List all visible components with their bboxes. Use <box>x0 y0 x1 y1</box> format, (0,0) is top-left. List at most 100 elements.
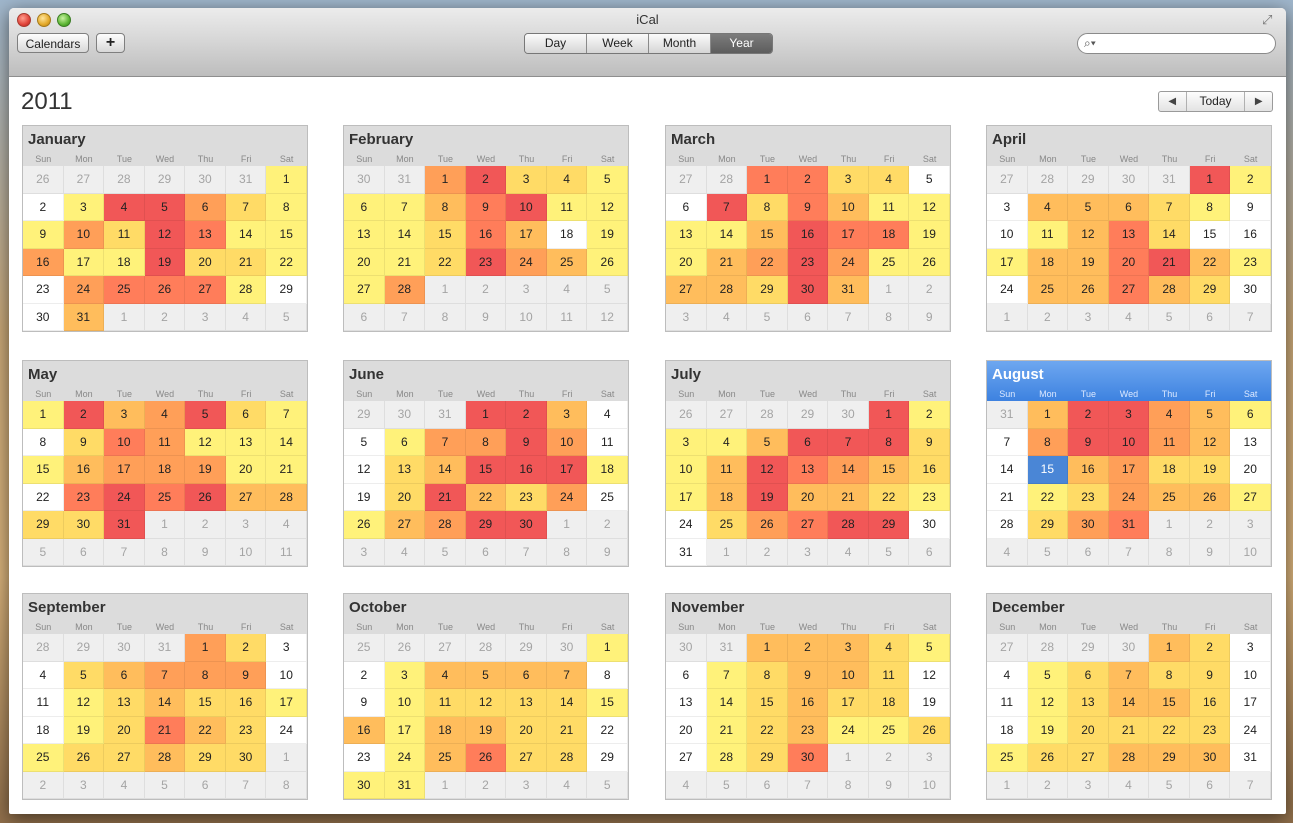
day-cell[interactable]: 2 <box>465 771 507 799</box>
day-cell[interactable]: 30 <box>666 634 707 662</box>
day-cell[interactable]: 16 <box>465 221 507 249</box>
day-cell[interactable]: 8 <box>546 538 588 566</box>
day-cell[interactable]: 23 <box>787 248 829 276</box>
day-cell[interactable]: 26 <box>1068 276 1109 304</box>
day-cell[interactable]: 9 <box>909 303 950 331</box>
day-cell[interactable]: 3 <box>909 744 950 772</box>
day-cell[interactable]: 2 <box>1189 511 1231 539</box>
day-cell[interactable]: 10 <box>225 538 267 566</box>
day-cell[interactable]: 12 <box>909 661 950 689</box>
day-cell[interactable]: 7 <box>225 771 267 799</box>
day-cell[interactable]: 1 <box>747 634 788 662</box>
day-cell[interactable]: 31 <box>144 634 186 662</box>
day-cell[interactable]: 5 <box>747 428 788 456</box>
day-cell[interactable]: 4 <box>1108 771 1150 799</box>
day-cell[interactable]: 28 <box>546 744 588 772</box>
day-cell[interactable]: 10 <box>1230 661 1271 689</box>
day-cell[interactable]: 30 <box>828 401 869 429</box>
day-cell[interactable]: 16 <box>23 248 64 276</box>
day-cell[interactable]: 4 <box>1027 193 1069 221</box>
day-cell[interactable]: 20 <box>787 483 829 511</box>
day-cell[interactable]: 7 <box>506 538 547 566</box>
day-cell[interactable]: 27 <box>425 634 466 662</box>
day-cell[interactable]: 21 <box>706 716 748 744</box>
day-cell[interactable]: 8 <box>747 193 788 221</box>
day-cell[interactable]: 15 <box>465 456 507 484</box>
day-cell[interactable]: 14 <box>1108 689 1150 717</box>
day-cell[interactable]: 22 <box>1149 716 1190 744</box>
day-cell[interactable]: 16 <box>1068 456 1109 484</box>
day-cell[interactable]: 29 <box>465 511 507 539</box>
day-cell[interactable]: 25 <box>23 744 64 772</box>
day-cell[interactable]: 29 <box>185 744 226 772</box>
day-cell[interactable]: 5 <box>144 771 186 799</box>
day-cell[interactable]: 26 <box>909 716 950 744</box>
day-cell[interactable]: 6 <box>104 661 145 689</box>
day-cell[interactable]: 25 <box>868 716 910 744</box>
day-cell[interactable]: 17 <box>546 456 588 484</box>
day-cell[interactable]: 5 <box>465 661 507 689</box>
day-cell[interactable]: 9 <box>787 661 829 689</box>
day-cell[interactable]: 19 <box>144 248 186 276</box>
day-cell[interactable]: 26 <box>63 744 105 772</box>
day-cell[interactable]: 7 <box>144 661 186 689</box>
day-cell[interactable]: 29 <box>63 634 105 662</box>
day-cell[interactable]: 12 <box>1027 689 1069 717</box>
day-cell[interactable]: 19 <box>185 456 226 484</box>
day-cell[interactable]: 2 <box>344 661 385 689</box>
day-cell[interactable]: 18 <box>868 221 910 249</box>
day-cell[interactable]: 24 <box>1230 716 1271 744</box>
day-cell[interactable]: 15 <box>587 689 628 717</box>
month-name[interactable]: March <box>671 131 715 148</box>
day-cell[interactable]: 31 <box>63 303 105 331</box>
day-cell[interactable]: 27 <box>706 401 748 429</box>
day-cell[interactable]: 30 <box>344 771 385 799</box>
day-cell[interactable]: 5 <box>1027 538 1069 566</box>
day-cell[interactable]: 19 <box>909 221 950 249</box>
day-cell[interactable]: 6 <box>384 428 426 456</box>
day-cell[interactable]: 1 <box>1149 634 1190 662</box>
day-cell[interactable]: 25 <box>546 248 588 276</box>
day-cell[interactable]: 7 <box>987 428 1028 456</box>
day-cell[interactable]: 31 <box>384 166 426 194</box>
day-cell[interactable]: 11 <box>1149 428 1190 456</box>
day-cell[interactable]: 4 <box>868 634 910 662</box>
day-cell[interactable]: 4 <box>104 771 145 799</box>
day-cell[interactable]: 24 <box>666 511 707 539</box>
day-cell[interactable]: 13 <box>506 689 547 717</box>
day-cell[interactable]: 14 <box>425 456 466 484</box>
day-cell[interactable]: 11 <box>987 689 1028 717</box>
day-cell[interactable]: 30 <box>1108 166 1150 194</box>
day-cell[interactable]: 2 <box>1189 634 1231 662</box>
day-cell[interactable]: 3 <box>63 771 105 799</box>
day-cell[interactable]: 26 <box>587 248 628 276</box>
day-cell[interactable]: 15 <box>266 221 307 249</box>
day-cell[interactable]: 5 <box>1149 303 1190 331</box>
day-cell[interactable]: 22 <box>747 716 788 744</box>
day-cell[interactable]: 9 <box>23 221 64 249</box>
month-name[interactable]: January <box>28 131 86 148</box>
day-cell[interactable]: 3 <box>1230 634 1271 662</box>
day-cell[interactable]: 11 <box>868 193 910 221</box>
day-cell[interactable]: 28 <box>1027 634 1069 662</box>
day-cell[interactable]: 22 <box>587 716 628 744</box>
day-cell[interactable]: 5 <box>144 193 186 221</box>
day-cell[interactable]: 1 <box>987 303 1028 331</box>
day-cell[interactable]: 16 <box>63 456 105 484</box>
day-cell[interactable]: 28 <box>384 276 426 304</box>
day-cell[interactable]: 26 <box>344 511 385 539</box>
month-january[interactable]: January Sun Mon Tue Wed Thu Fri Sat 26 27 28 29 30 31… <box>22 125 308 332</box>
day-cell[interactable]: 14 <box>987 456 1028 484</box>
today-button[interactable]: Today <box>1187 92 1246 111</box>
day-cell[interactable]: 21 <box>546 716 588 744</box>
day-cell[interactable]: 24 <box>104 483 145 511</box>
day-cell[interactable]: 1 <box>104 303 145 331</box>
day-cell[interactable]: 7 <box>1108 538 1150 566</box>
day-cell[interactable]: 30 <box>63 511 105 539</box>
day-cell[interactable]: 13 <box>1068 689 1109 717</box>
day-cell[interactable]: 6 <box>1230 401 1271 429</box>
day-cell[interactable]: 16 <box>344 716 385 744</box>
day-cell[interactable]: 6 <box>666 661 707 689</box>
day-cell[interactable]: 5 <box>909 166 950 194</box>
day-cell[interactable]: 7 <box>1230 303 1271 331</box>
